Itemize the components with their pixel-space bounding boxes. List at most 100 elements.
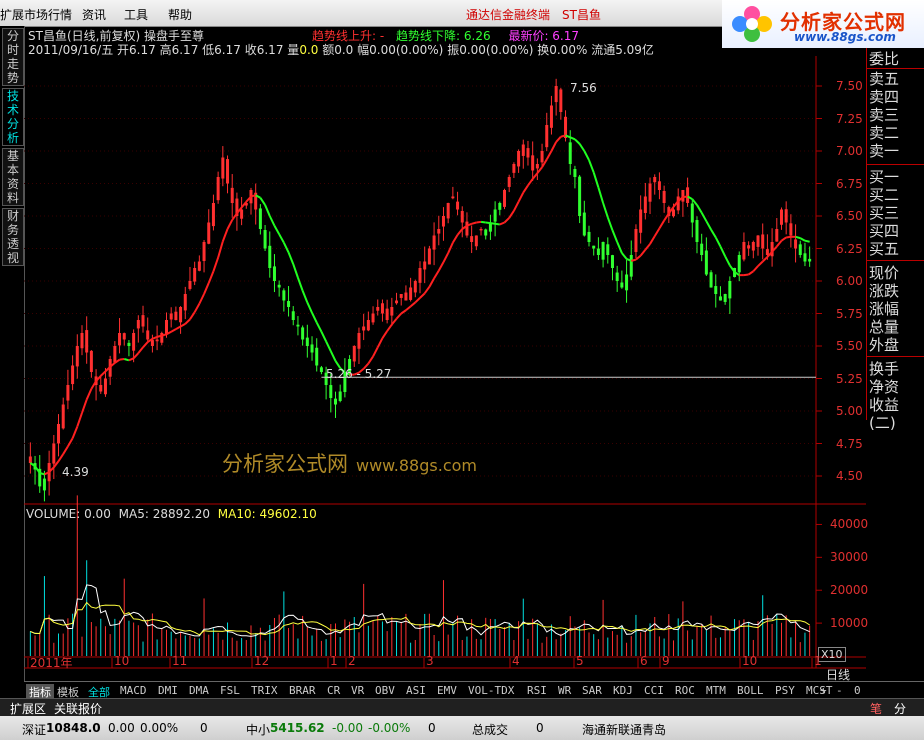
pen-button[interactable]: 笔 — [870, 700, 882, 717]
indicator-tab[interactable]: EMV — [437, 684, 457, 697]
expand-area-tab[interactable]: 扩展区 — [10, 700, 46, 717]
zoom-out-button[interactable]: - — [836, 684, 843, 697]
bar-open: 开6.17 — [117, 43, 156, 57]
tab-financials[interactable]: 财务透视 — [2, 208, 24, 266]
price-axis-label: 5.25 — [836, 371, 863, 386]
menu-item-help[interactable]: 帮助 — [168, 6, 192, 23]
zoom-in-button[interactable]: + — [820, 684, 827, 697]
month-label: 1 — [814, 654, 822, 668]
candle-body — [517, 151, 521, 167]
menu-item-news[interactable]: 资讯 — [82, 6, 106, 23]
tab-intraday[interactable]: 分时走势 — [2, 28, 24, 86]
menu-item-tools[interactable]: 工具 — [124, 6, 148, 23]
candle-body — [329, 385, 333, 398]
indicator-tab[interactable]: KDJ — [613, 684, 633, 697]
related-quotes-tab[interactable]: 关联报价 — [54, 700, 102, 717]
indicator-tab[interactable]: VR — [351, 684, 364, 697]
indicator-tab[interactable]: BRAR — [289, 684, 316, 697]
indicator-tab[interactable]: DMA — [189, 684, 209, 697]
volume-ma-line — [30, 584, 810, 637]
trend-line-segment — [748, 270, 754, 276]
candle-body — [305, 337, 309, 346]
order-book-separator — [867, 164, 924, 165]
indicator-tab[interactable]: FSL — [220, 684, 240, 697]
trend-line-segment — [635, 254, 642, 261]
candle-body — [507, 177, 511, 187]
trend-line-segment — [494, 222, 500, 226]
indicator-tab[interactable]: CR — [327, 684, 340, 697]
trend-line-segment — [630, 258, 637, 262]
zoom-reset-button[interactable]: 0 — [854, 684, 861, 697]
candle-body — [89, 350, 93, 372]
volume-axis-label: 20000 — [830, 583, 869, 598]
trend-line-segment — [217, 241, 224, 258]
trend-line-segment — [156, 334, 163, 338]
indicator-tab[interactable]: ROC — [675, 684, 695, 697]
indicator-tab[interactable]: TRIX — [251, 684, 278, 697]
price-chart[interactable] — [24, 56, 866, 681]
trend-line-segment — [513, 201, 520, 212]
trend-line-segment — [423, 286, 431, 294]
price-axis-label: 7.25 — [836, 111, 863, 126]
trend-line-segment — [128, 357, 135, 362]
trend-line-segment — [583, 150, 590, 161]
order-book-panel: 委比 卖五 卖四 卖三 卖二 卖一 买一 买二 买三 买四 买五 现价 涨跌 涨幅 总量 外盘 换手 净资 收益(二… — [866, 48, 924, 432]
candle-body — [141, 315, 145, 327]
candle-body — [291, 311, 295, 320]
order-book-row: 买五 — [869, 240, 900, 258]
price-axis-label: 6.00 — [836, 274, 863, 288]
candle-body — [423, 261, 427, 270]
trend-line-segment — [597, 187, 605, 204]
price-axis-label: 7.50 — [836, 79, 863, 93]
trend-line-segment — [653, 227, 661, 237]
indicator-tab[interactable]: RSI — [527, 684, 547, 697]
tab-fundamentals[interactable]: 基本资料 — [2, 148, 24, 206]
indicator-tab[interactable]: MACD — [120, 684, 147, 697]
bar-amount: 额0.0 — [322, 43, 354, 57]
order-book-row: 卖四 — [869, 88, 900, 106]
indicator-tab[interactable]: DMI — [158, 684, 178, 697]
candle-body — [174, 311, 178, 320]
menu-item-extended-market[interactable]: 扩展市场行情 — [0, 6, 72, 23]
bar-date: 2011/09/16/五 — [28, 43, 114, 57]
candle-body — [718, 296, 722, 301]
trend-line-segment — [400, 309, 407, 315]
indicator-tab[interactable]: MTM — [706, 684, 726, 697]
split-button[interactable]: 分 — [894, 700, 906, 717]
candle-body — [216, 177, 220, 201]
indicator-tab[interactable]: SAR — [582, 684, 602, 697]
candle-body — [399, 294, 403, 298]
sz-index-vol: 0 — [200, 721, 208, 735]
candle-body — [57, 424, 61, 444]
trend-line-segment — [278, 233, 285, 244]
candle-body — [66, 385, 70, 401]
indicator-tab[interactable]: OBV — [375, 684, 395, 697]
indicator-tab[interactable]: WR — [558, 684, 571, 697]
trend-line-segment — [588, 159, 595, 173]
trend-line-segment — [311, 312, 318, 324]
trend-line-segment — [292, 263, 299, 279]
indicator-tab[interactable]: ASI — [406, 684, 426, 697]
candle-body — [211, 203, 215, 227]
candle-body — [465, 221, 469, 236]
indicator-tab[interactable]: CCI — [644, 684, 664, 697]
bar-volume-label: 量 — [287, 43, 300, 57]
indicator-tab[interactable]: PSY — [775, 684, 795, 697]
trend-line-segment — [306, 302, 313, 314]
trend-line-segment — [663, 212, 670, 222]
trend-line-segment — [193, 303, 201, 313]
candle-body — [587, 231, 591, 242]
trend-line-segment — [578, 143, 586, 152]
indicator-tab[interactable]: BOLL — [737, 684, 764, 697]
order-book-row: 买三 — [869, 204, 900, 222]
candle-body — [723, 294, 727, 302]
trend-line-segment — [499, 221, 505, 226]
candle-body — [578, 176, 582, 216]
indicator-tab[interactable]: VOL-TDX — [468, 684, 514, 697]
bar-change: 幅0.00(0.00%) — [357, 43, 444, 57]
candle-body — [441, 216, 445, 227]
order-book-separator — [867, 68, 924, 69]
price-axis-label: 4.75 — [836, 436, 863, 451]
tab-technical[interactable]: 技术分析 — [2, 88, 24, 146]
candle-body — [610, 255, 614, 268]
